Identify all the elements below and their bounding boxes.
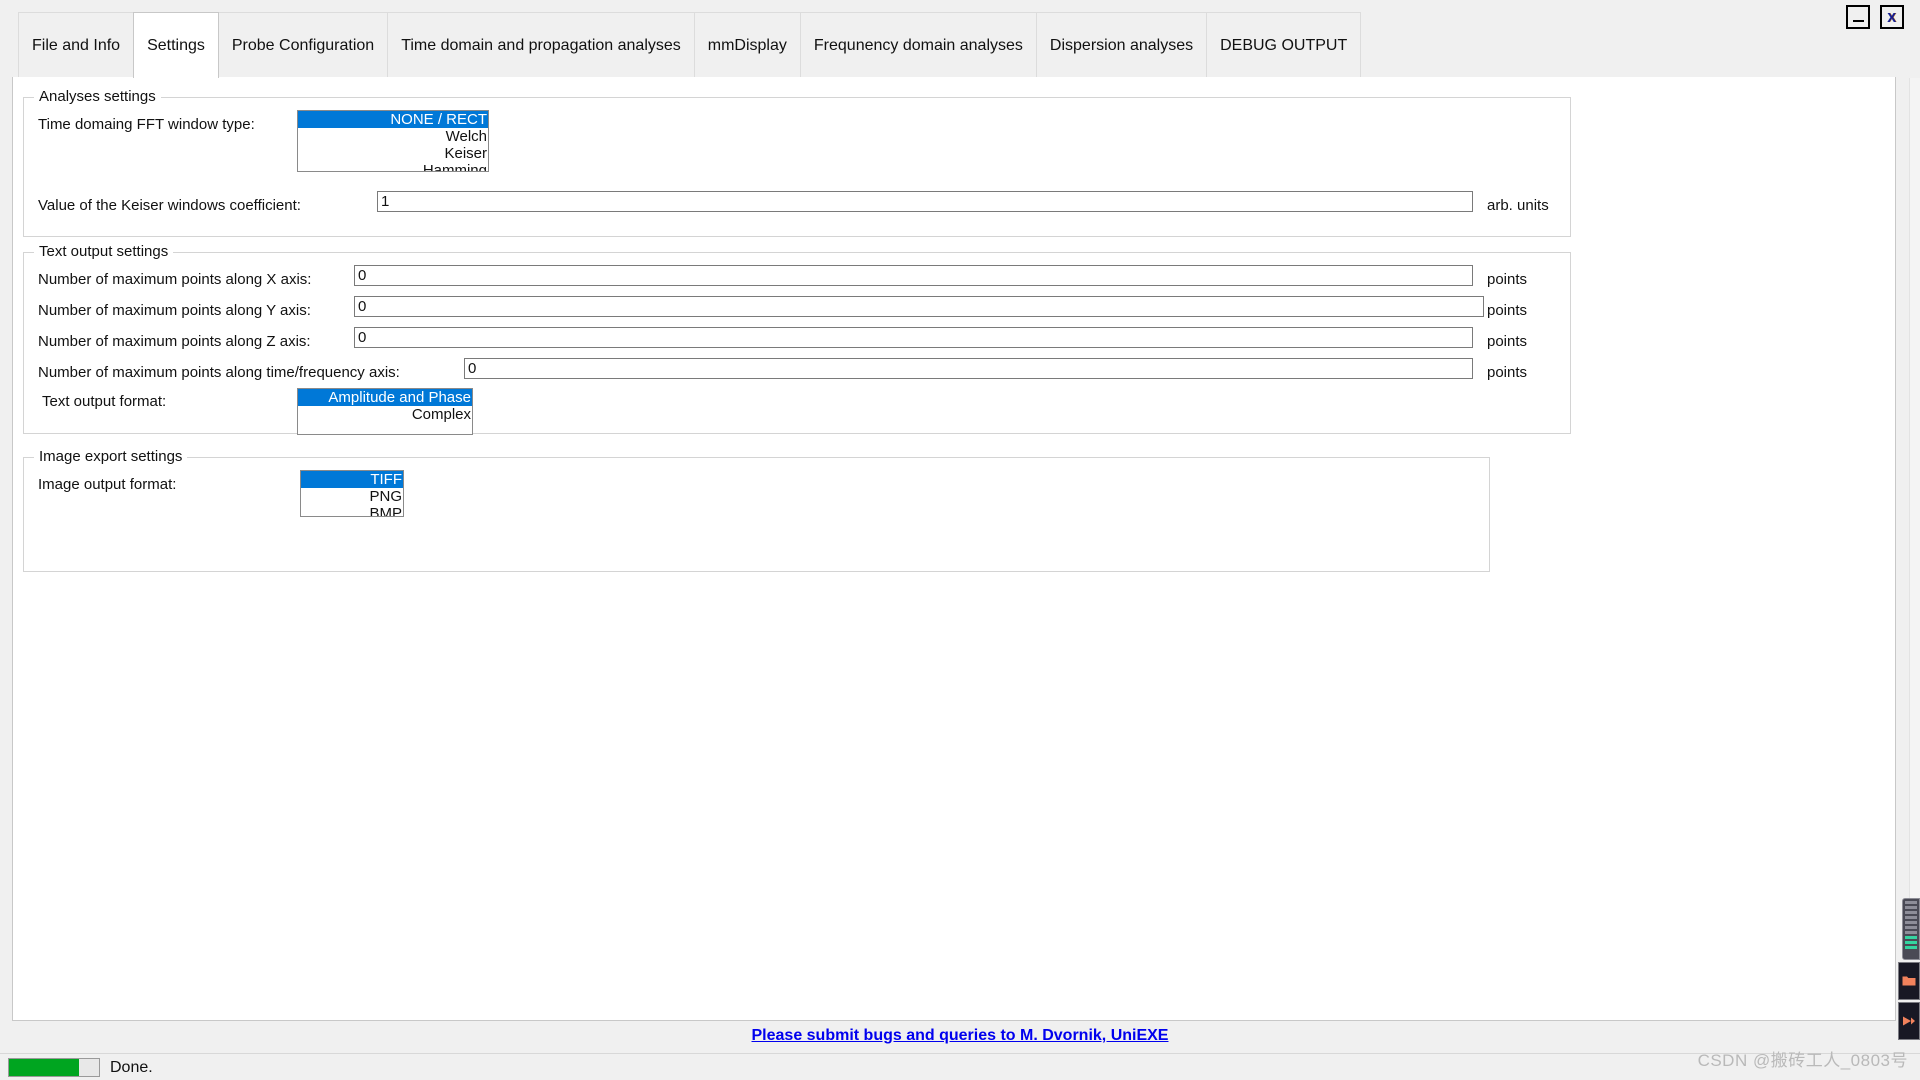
image-output-format-listbox[interactable]: TIFF PNG BMP — [300, 470, 404, 517]
equalizer-bar — [1905, 926, 1917, 929]
max-points-z-input[interactable] — [354, 327, 1473, 348]
listbox-option[interactable]: BMP — [301, 505, 403, 516]
progress-bar — [8, 1058, 100, 1077]
fft-window-type-label: Time domaing FFT window type: — [38, 116, 255, 133]
fft-window-type-listbox[interactable]: NONE / RECT Welch Keiser Hamming — [297, 110, 489, 172]
listbox-option[interactable]: Amplitude and Phase — [298, 389, 472, 406]
desktop-edge-widgets — [1898, 898, 1920, 1040]
max-points-x-unit: points — [1487, 271, 1528, 288]
listbox-option[interactable]: Hamming — [298, 162, 488, 171]
tab-debug-output[interactable]: DEBUG OUTPUT — [1206, 12, 1362, 78]
max-points-y-label: Number of maximum points along Y axis: — [38, 302, 311, 319]
max-points-time-frequency-unit: points — [1487, 364, 1528, 381]
tab-label: mmDisplay — [707, 36, 787, 54]
tab-label: File and Info — [32, 36, 121, 54]
listbox-option[interactable]: NONE / RECT — [298, 111, 488, 128]
text-output-settings-title: Text output settings — [34, 243, 174, 260]
progress-bar-fill — [9, 1059, 80, 1076]
close-button[interactable]: X — [1880, 5, 1904, 29]
application-window: File and Info Settings Probe Configurati… — [0, 0, 1920, 1080]
analyses-settings-title: Analyses settings — [34, 88, 161, 105]
tab-label: DEBUG OUTPUT — [1220, 36, 1348, 54]
equalizer-widget[interactable] — [1902, 898, 1920, 960]
listbox-option[interactable]: PNG — [301, 488, 403, 505]
tab-time-domain-and-propagation-analyses[interactable]: Time domain and propagation analyses — [387, 12, 695, 78]
tab-probe-configuration[interactable]: Probe Configuration — [217, 12, 389, 78]
max-points-time-frequency-input[interactable] — [464, 358, 1473, 379]
listbox-option[interactable]: TIFF — [301, 471, 403, 488]
play-icon — [1903, 1016, 1915, 1026]
image-export-settings-group: Image export settings Image output forma… — [23, 448, 1490, 572]
text-output-format-label: Text output format: — [42, 393, 167, 410]
equalizer-bar — [1905, 931, 1917, 934]
tab-dispersion-analyses[interactable]: Dispersion analyses — [1035, 12, 1208, 78]
tab-label: Dispersion analyses — [1049, 36, 1194, 54]
text-output-settings-group: Text output settings Number of maximum p… — [23, 243, 1571, 435]
image-export-settings-title: Image export settings — [34, 448, 188, 465]
window-frame: File and Info Settings Probe Configurati… — [0, 0, 1920, 1080]
window-controls: X — [1846, 5, 1904, 29]
folder-icon — [1902, 976, 1916, 986]
image-output-format-label: Image output format: — [38, 476, 177, 493]
equalizer-bar — [1905, 941, 1917, 944]
max-points-y-unit: points — [1487, 302, 1528, 319]
tab-label: Time domain and propagation analyses — [401, 36, 681, 54]
max-points-x-input[interactable] — [354, 265, 1473, 286]
csdn-watermark: CSDN @搬砖工人_0803号 — [1697, 1051, 1908, 1070]
tab-label: Frequnency domain analyses — [813, 36, 1023, 54]
keiser-coefficient-unit: arb. units — [1487, 197, 1549, 214]
max-points-x-label: Number of maximum points along X axis: — [38, 271, 312, 288]
equalizer-bar — [1905, 906, 1917, 909]
keiser-coefficient-label: Value of the Keiser windows coefficient: — [38, 197, 301, 214]
settings-tab-page: Analyses settings Time domaing FFT windo… — [12, 77, 1896, 1021]
footer: Please submit bugs and queries to M. Dvo… — [0, 1027, 1920, 1045]
page-scroll-area[interactable] — [1909, 78, 1920, 898]
tab-mmdisplay[interactable]: mmDisplay — [693, 12, 801, 78]
tab-strip: File and Info Settings Probe Configurati… — [18, 12, 1362, 79]
status-bar: Done. — [0, 1053, 1920, 1080]
tab-frequency-domain-analyses[interactable]: Frequnency domain analyses — [799, 12, 1037, 78]
max-points-z-unit: points — [1487, 333, 1528, 350]
equalizer-bar — [1905, 921, 1917, 924]
tab-file-and-info[interactable]: File and Info — [18, 12, 135, 78]
keiser-coefficient-input[interactable] — [377, 191, 1473, 212]
max-points-y-input[interactable] — [354, 296, 1484, 317]
equalizer-bar — [1905, 901, 1917, 904]
text-output-format-listbox[interactable]: Amplitude and Phase Complex — [297, 388, 473, 435]
listbox-option[interactable]: Complex — [298, 406, 472, 423]
equalizer-bar — [1905, 946, 1917, 949]
equalizer-bar — [1905, 911, 1917, 914]
minimize-icon — [1852, 20, 1864, 22]
title-bar: File and Info Settings Probe Configurati… — [0, 0, 1920, 79]
listbox-option[interactable]: Welch — [298, 128, 488, 145]
tab-settings[interactable]: Settings — [133, 12, 219, 79]
max-points-time-frequency-label: Number of maximum points along time/freq… — [38, 364, 400, 381]
status-text: Done. — [110, 1059, 153, 1076]
folder-shortcut-tile[interactable] — [1898, 962, 1920, 1000]
close-icon: X — [1887, 9, 1897, 25]
tab-label: Probe Configuration — [231, 36, 375, 54]
listbox-option[interactable]: Keiser — [298, 145, 488, 162]
equalizer-bar — [1905, 916, 1917, 919]
media-player-shortcut-tile[interactable] — [1898, 1002, 1920, 1040]
tab-label: Settings — [147, 36, 205, 54]
minimize-button[interactable] — [1846, 5, 1870, 29]
equalizer-bar — [1905, 936, 1917, 939]
max-points-z-label: Number of maximum points along Z axis: — [38, 333, 311, 350]
analyses-settings-group: Analyses settings Time domaing FFT windo… — [23, 88, 1571, 237]
bug-report-link[interactable]: Please submit bugs and queries to M. Dvo… — [752, 1027, 1169, 1044]
